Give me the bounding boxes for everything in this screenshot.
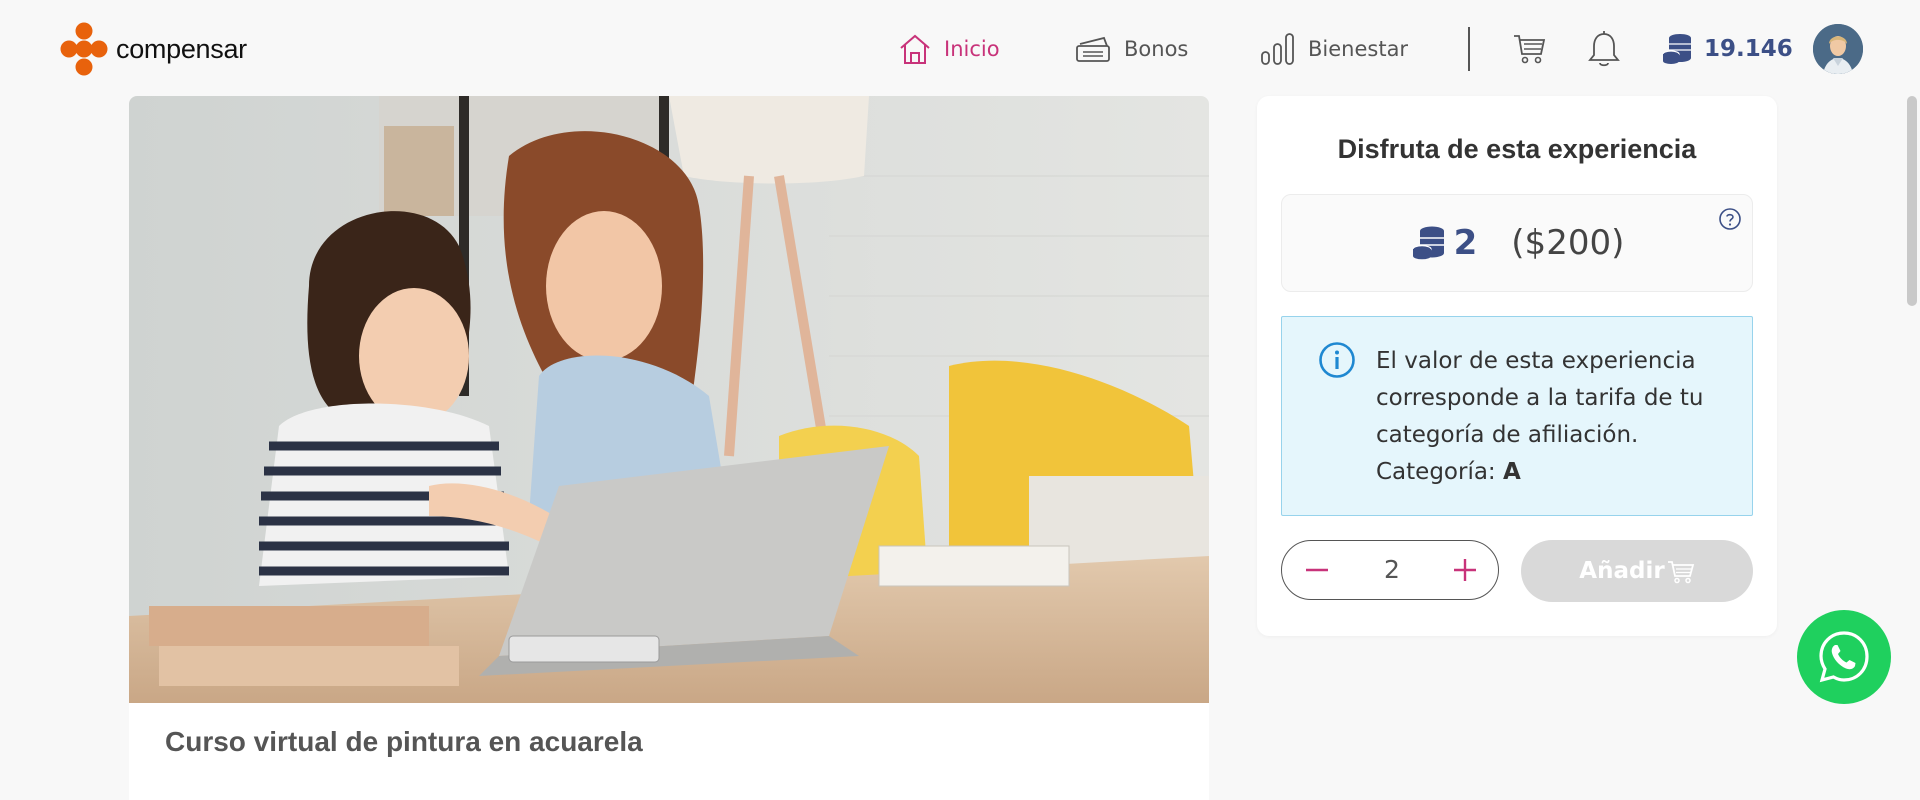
bell-icon: [1588, 31, 1620, 67]
course-card: Curso virtual de pintura en acuarela: [129, 96, 1209, 800]
cart-icon: [1667, 561, 1694, 584]
logo-mark-icon: [60, 22, 108, 76]
course-image-illustration: [129, 96, 1209, 703]
category-label: Categoría:: [1376, 459, 1496, 485]
cart-icon: [1514, 35, 1546, 64]
coins-icon: [1662, 34, 1691, 64]
cart-button[interactable]: [1512, 30, 1548, 70]
price-money-value: ($200): [1511, 223, 1625, 263]
home-icon: [900, 34, 930, 64]
add-to-cart-button[interactable]: Añadir: [1521, 540, 1753, 602]
price-row: 2 ($200): [1282, 223, 1754, 263]
info-icon: [1319, 342, 1355, 378]
price-box: 2 ($200): [1281, 194, 1753, 292]
category-line: Categoría: A: [1376, 459, 1521, 485]
help-icon: [1719, 208, 1741, 230]
nav-bienestar[interactable]: Bienestar: [1260, 30, 1408, 68]
top-header: compensar Inicio Bonos Bienestar 19.146: [0, 0, 1920, 96]
nav-bonos[interactable]: Bonos: [1074, 30, 1188, 68]
quantity-value[interactable]: 2: [1352, 555, 1432, 584]
nav-bienestar-label: Bienestar: [1308, 37, 1409, 61]
points-value: 19.146: [1704, 36, 1793, 62]
minus-icon: [1306, 568, 1328, 572]
course-photo: [129, 96, 1209, 703]
ticket-icon: [1076, 36, 1110, 62]
info-box: El valor de esta experiencia corresponde…: [1281, 316, 1753, 516]
user-avatar[interactable]: [1813, 24, 1863, 74]
info-text: El valor de esta experiencia corresponde…: [1376, 348, 1704, 448]
nav-bonos-label: Bonos: [1124, 37, 1189, 61]
quantity-stepper: 2: [1281, 540, 1499, 600]
add-button-label: Añadir: [1579, 558, 1665, 584]
plus-icon: [1454, 559, 1476, 581]
compensar-logo[interactable]: compensar: [60, 22, 247, 76]
increase-button[interactable]: [1450, 555, 1480, 585]
logo-text: compensar: [116, 33, 247, 64]
info-icon-wrap: [1318, 341, 1356, 383]
category-value: A: [1503, 459, 1521, 485]
nav-inicio[interactable]: Inicio: [898, 30, 1000, 68]
points-balance[interactable]: 19.146: [1662, 30, 1793, 68]
purchase-card: Disfruta de esta experiencia 2 ($200) El…: [1257, 96, 1777, 636]
help-button[interactable]: [1718, 207, 1742, 235]
page-scrollbar-thumb[interactable]: [1907, 96, 1917, 306]
bars-chart-icon: [1261, 33, 1294, 65]
price-coins-value: 2: [1453, 223, 1478, 263]
decrease-button[interactable]: [1302, 555, 1332, 585]
header-divider: [1468, 27, 1470, 71]
notifications-button[interactable]: [1587, 30, 1621, 72]
whatsapp-button[interactable]: [1797, 610, 1891, 704]
purchase-title: Disfruta de esta experiencia: [1337, 134, 1697, 164]
course-title: Curso virtual de pintura en acuarela: [165, 726, 643, 757]
nav-inicio-label: Inicio: [944, 37, 1000, 61]
coins-icon: [1412, 226, 1444, 260]
avatar-icon: [1813, 24, 1863, 74]
whatsapp-icon: [1819, 631, 1869, 683]
